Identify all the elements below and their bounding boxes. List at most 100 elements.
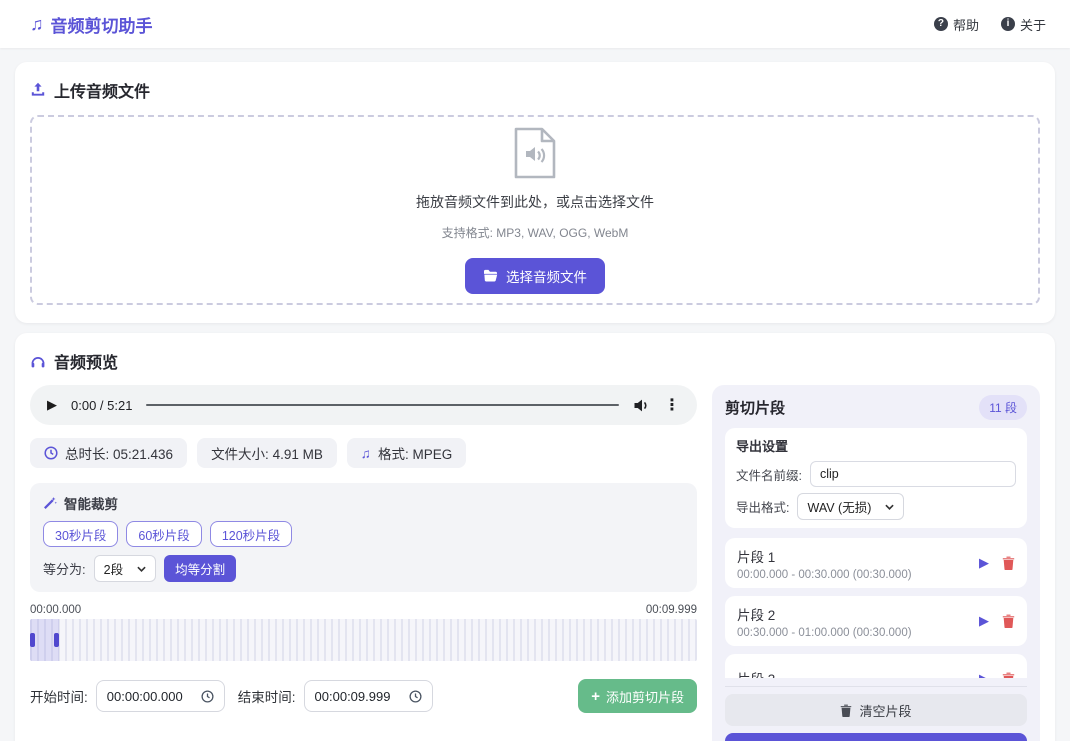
filesize-badge: 文件大小: 4.91 MB [197, 438, 337, 468]
preview-section-title: 音频预览 [30, 349, 1040, 373]
end-time-label: 结束时间: [237, 690, 296, 705]
prefix-input[interactable] [809, 461, 1016, 487]
prefix-row: 文件名前缀: [736, 461, 1016, 487]
clip-1-play-button[interactable]: ▶ [979, 555, 989, 571]
format-row: 导出格式: WAV (无损) [736, 493, 1016, 520]
preset-buttons: 30秒片段 60秒片段 120秒片段 [43, 521, 684, 547]
sidebar-divider [725, 686, 1027, 687]
end-time-box [303, 680, 433, 712]
add-clip-button-label: 添加剪切片段 [605, 689, 684, 705]
format-chevron-down-icon [885, 504, 895, 510]
dropzone-text: 拖放音频文件到此处，或点击选择文件 [416, 193, 654, 210]
upload-card: 上传音频文件 拖放音频文件到此处，或点击选择文件 支持格式: MP3, WAV,… [15, 62, 1055, 323]
clip-3-actions: ▶ [979, 671, 1015, 678]
waveform[interactable] [30, 619, 697, 661]
player-play-button[interactable]: ▶ [47, 397, 57, 413]
help-icon: ? [933, 17, 948, 31]
start-time-input[interactable] [106, 688, 193, 704]
smart-cut-title: 智能裁剪 [43, 493, 684, 513]
format-badge: ♫ 格式: MPEG [346, 438, 467, 468]
smart-cut-panel: 智能裁剪 30秒片段 60秒片段 120秒片段 等分为: 2段 均等分割 [30, 483, 697, 592]
music-note-icon: ♫ [30, 13, 44, 34]
clip-2-trash-icon[interactable] [1002, 614, 1015, 628]
clip-2-actions: ▶ [979, 613, 1015, 629]
upload-icon [30, 82, 46, 98]
start-clock-icon[interactable] [201, 689, 214, 703]
equal-split-button[interactable]: 均等分割 [164, 555, 237, 582]
clip-2-label: 片段 2 [737, 607, 776, 623]
split-row: 等分为: 2段 均等分割 [43, 555, 684, 582]
clip-1-actions: ▶ [979, 555, 1015, 571]
clip-2-play-button[interactable]: ▶ [979, 613, 989, 629]
chevron-down-icon [137, 566, 146, 572]
app-title-text: 音频剪切助手 [50, 16, 153, 36]
clip-1-label: 片段 1 [737, 549, 776, 565]
clear-trash-icon [840, 704, 852, 717]
selection-start-handle[interactable] [30, 633, 35, 647]
help-link[interactable]: ? 帮助 [933, 15, 979, 34]
audio-player: ▶ 0:00 / 5:21 ⋮ [30, 385, 697, 425]
dropzone[interactable]: 拖放音频文件到此处，或点击选择文件 支持格式: MP3, WAV, OGG, W… [30, 115, 1040, 305]
preset-30s-button[interactable]: 30秒片段 [43, 521, 119, 547]
player-time: 0:00 / 5:21 [71, 397, 133, 413]
clip-3-trash-icon[interactable] [1002, 672, 1015, 678]
clip-list[interactable]: 片段 1 00:00.000 - 00:30.000 (00:30.000) ▶ [725, 538, 1027, 678]
preset-120s-button[interactable]: 120秒片段 [209, 521, 293, 547]
preview-section-title-text: 音频预览 [54, 355, 119, 372]
clear-clips-button-label: 清空片段 [859, 703, 912, 719]
split-count-value: 2段 [103, 563, 124, 577]
clip-count-badge: 11 段 [979, 395, 1027, 420]
format-label: 导出格式: [736, 501, 790, 515]
clip-2-time: 00:30.000 - 01:00.000 (00:30.000) [737, 626, 912, 639]
end-clock-icon[interactable] [408, 689, 422, 703]
help-label: 帮助 [952, 17, 979, 33]
plus-icon: + [591, 687, 600, 705]
add-clip-button[interactable]: + 添加剪切片段 [578, 679, 697, 713]
timeline-labels: 00:00.000 00:09.999 [30, 604, 697, 616]
audio-info-badges: 总时长: 05:21.436 文件大小: 4.91 MB ♫ 格式: MPEG [30, 438, 697, 468]
format-badge-text: 格式: MPEG [377, 447, 453, 462]
preview-card: 音频预览 ▶ 0:00 / 5:21 ⋮ 总时长: 05:21.436 文件大小… [15, 333, 1055, 741]
select-file-button[interactable]: 选择音频文件 [465, 257, 605, 294]
clear-clips-button[interactable]: 清空片段 [725, 694, 1027, 726]
end-time-input[interactable] [314, 688, 401, 704]
start-time-label: 开始时间: [30, 690, 88, 705]
clip-1-trash-icon[interactable] [1002, 556, 1015, 570]
duration-badge-text: 总时长: 05:21.436 [65, 447, 174, 462]
preset-60s-button[interactable]: 60秒片段 [126, 521, 202, 547]
headphones-icon [30, 354, 46, 369]
clip-1-time: 00:00.000 - 00:30.000 (00:30.000) [737, 568, 912, 581]
timeline-start-label: 00:00.000 [30, 604, 82, 616]
info-icon: i [1000, 17, 1015, 31]
sidebar-header: 剪切片段 11 段 [725, 395, 1027, 420]
about-label: 关于 [1019, 17, 1046, 33]
start-time-box [95, 680, 225, 712]
filesize-badge-text: 文件大小: 4.91 MB [211, 447, 323, 462]
clip-3-play-button[interactable]: ▶ [979, 671, 989, 678]
clip-item-2: 片段 2 00:30.000 - 01:00.000 (00:30.000) ▶ [725, 596, 1027, 646]
top-links: ? 帮助 i 关于 [933, 15, 1046, 34]
export-all-button[interactable]: 导出所有片段 [725, 733, 1027, 741]
clips-sidebar: 剪切片段 11 段 导出设置 文件名前缀: 导出格式: WAV (无损) [712, 385, 1040, 741]
top-bar: ♫ 音频剪切助手 ? 帮助 i 关于 [0, 0, 1070, 48]
export-settings-card: 导出设置 文件名前缀: 导出格式: WAV (无损) [725, 428, 1027, 528]
player-menu-button[interactable]: ⋮ [664, 395, 680, 415]
clock-icon [44, 446, 58, 460]
time-controls: 开始时间: 结束时间: [30, 679, 697, 713]
about-link[interactable]: i 关于 [1000, 15, 1046, 34]
folder-icon [483, 269, 498, 282]
audio-file-icon [513, 127, 557, 179]
export-settings-title: 导出设置 [736, 439, 789, 454]
clip-1-info: 片段 1 00:00.000 - 00:30.000 (00:30.000) [737, 546, 912, 581]
selection-end-handle[interactable] [54, 633, 59, 647]
volume-icon[interactable] [633, 398, 650, 413]
clip-3-info: 片段 3 [737, 668, 775, 679]
dropzone-formats: 支持格式: MP3, WAV, OGG, WebM [441, 225, 629, 240]
preview-left-column: ▶ 0:00 / 5:21 ⋮ 总时长: 05:21.436 文件大小: 4.9… [30, 385, 697, 741]
split-count-select[interactable]: 2段 [93, 555, 157, 582]
player-seek-bar[interactable] [146, 404, 619, 406]
format-note-icon: ♫ [360, 445, 371, 461]
export-format-select[interactable]: WAV (无损) [797, 493, 905, 520]
upload-section-title: 上传音频文件 [30, 78, 1040, 102]
clip-3-label: 片段 3 [737, 668, 775, 679]
